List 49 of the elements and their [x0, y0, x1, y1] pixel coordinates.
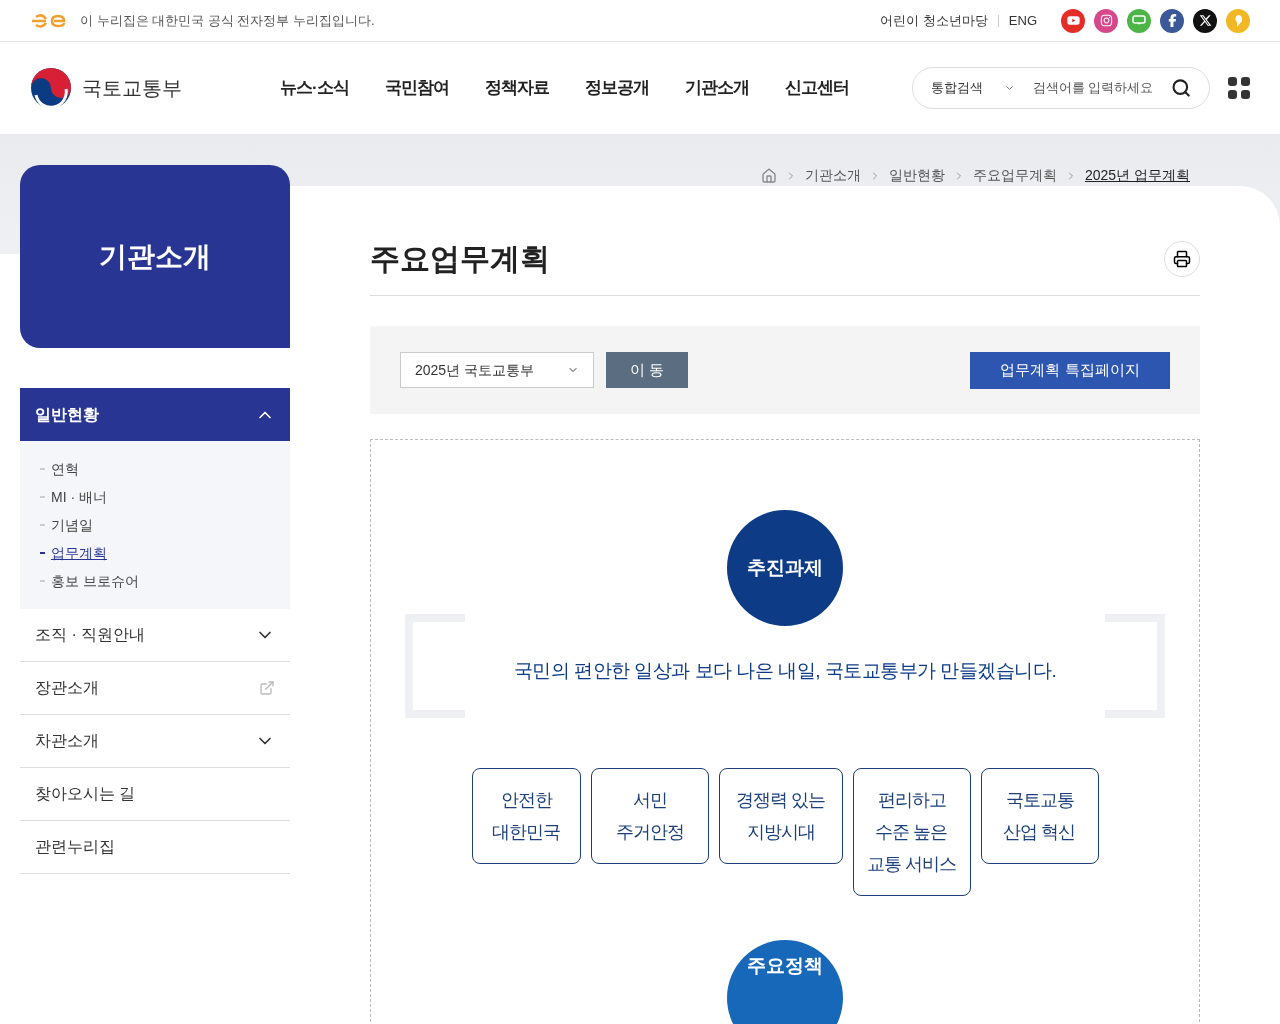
dash-icon: [40, 524, 45, 526]
submenu-item[interactable]: 홍보 브로슈어: [51, 570, 139, 592]
top-link[interactable]: ENG: [1008, 10, 1037, 31]
blog-icon[interactable]: [1127, 8, 1151, 33]
nav-link[interactable]: 기관소개: [684, 75, 749, 101]
task-card: 국토교통 산업 혁신: [980, 768, 1099, 864]
submenu-item[interactable]: MI · 배너: [51, 486, 107, 508]
video-icon[interactable]: [1061, 8, 1085, 33]
task-card: 서민 주거안정: [590, 768, 709, 864]
dash-icon: [40, 580, 45, 582]
x-icon[interactable]: [1193, 8, 1217, 33]
submenu-item[interactable]: 업무계획: [51, 542, 107, 564]
instagram-icon[interactable]: [1094, 8, 1118, 33]
nav-link[interactable]: 정보공개: [584, 75, 649, 101]
breadcrumb-link[interactable]: 주요업무계획: [972, 165, 1057, 186]
dash-icon: [40, 552, 45, 554]
dash-icon: [40, 496, 45, 498]
nav-link[interactable]: 뉴스·소식: [280, 75, 349, 101]
external-link-icon: [259, 680, 275, 696]
logo-text: 국토교통부: [82, 76, 182, 101]
search-scope[interactable]: 통합검색: [931, 78, 996, 98]
task-card: 경쟁력 있는 지방시대: [718, 768, 843, 864]
slogan-text: 국민의 편안한 일상과 보다 나은 내일, 국토교통부가 만들겠습니다.: [513, 658, 1057, 683]
sidebar-item[interactable]: 일반현황: [20, 388, 290, 441]
search-input[interactable]: 검색어를 입력하세요: [1032, 78, 1163, 98]
year-select[interactable]: 2025년 국토교통부: [400, 352, 594, 388]
home-icon[interactable]: [760, 167, 777, 184]
nav-link[interactable]: 신고센터: [784, 75, 849, 101]
go-button[interactable]: 이 동: [606, 352, 688, 388]
sidebar-title-card: 기관소개: [20, 165, 290, 348]
dash-icon: [40, 468, 45, 470]
submenu-item[interactable]: 연혁: [51, 458, 79, 480]
notice-text: 이 누리집은 대한민국 공식 전자정부 누리집입니다.: [80, 11, 375, 30]
top-link[interactable]: 어린이 청소년마당: [880, 10, 988, 31]
submenu-item[interactable]: 기념일: [51, 514, 93, 536]
breadcrumb-link[interactable]: 기관소개: [804, 165, 861, 186]
printer-icon: [1173, 249, 1191, 268]
grid-menu-icon[interactable]: [1228, 77, 1250, 99]
task-card: 편리하고 수준 높은 교통 서비스: [852, 768, 971, 896]
facebook-icon[interactable]: [1160, 8, 1184, 33]
nav-link[interactable]: 국민참여: [384, 75, 449, 101]
breadcrumb-link[interactable]: 일반현황: [888, 165, 945, 186]
nav-link[interactable]: 정책자료: [484, 75, 549, 101]
special-page-button[interactable]: 업무계획 특집페이지: [970, 351, 1170, 389]
taegeuk-logo-icon: [30, 67, 72, 109]
breadcrumb-link[interactable]: 2025년 업무계획: [1084, 165, 1190, 186]
search-icon[interactable]: [1170, 77, 1191, 99]
page-title: 주요업무계획: [370, 241, 550, 277]
task-card: 안전한 대한민국: [471, 768, 581, 864]
